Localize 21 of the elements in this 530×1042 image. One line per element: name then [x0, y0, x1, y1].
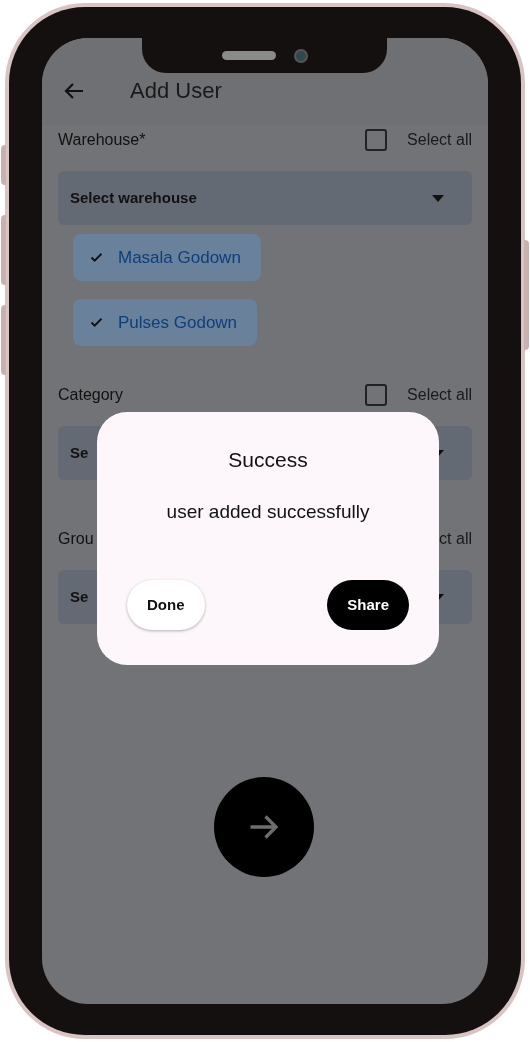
dropdown[interactable]: Select warehouse [58, 171, 472, 225]
select-all-label: Select all [407, 130, 472, 150]
select-all-label: ct all [439, 529, 472, 549]
select-all-label: Select all [407, 385, 472, 405]
speaker-icon [221, 51, 276, 60]
field-label: Grou [58, 529, 95, 549]
check-icon [89, 250, 104, 265]
dialog-button[interactable]: Done [127, 580, 205, 630]
dialog-message: user added successfully [166, 499, 370, 524]
checkbox[interactable] [365, 384, 388, 406]
dialog-button[interactable]: Share [327, 580, 409, 630]
field-label: Category [58, 385, 124, 405]
field-label: Warehouse* [58, 130, 147, 150]
camera-icon [293, 48, 308, 63]
dialog-title: Success [228, 447, 308, 473]
checkbox[interactable] [365, 129, 388, 151]
dropdown-caret-icon [432, 194, 444, 202]
check-icon [89, 315, 104, 330]
filter-chip[interactable]: Masala Godown [73, 234, 261, 281]
filter-chip[interactable]: Pulses Godown [73, 299, 258, 346]
page-title: Add User [130, 77, 222, 105]
